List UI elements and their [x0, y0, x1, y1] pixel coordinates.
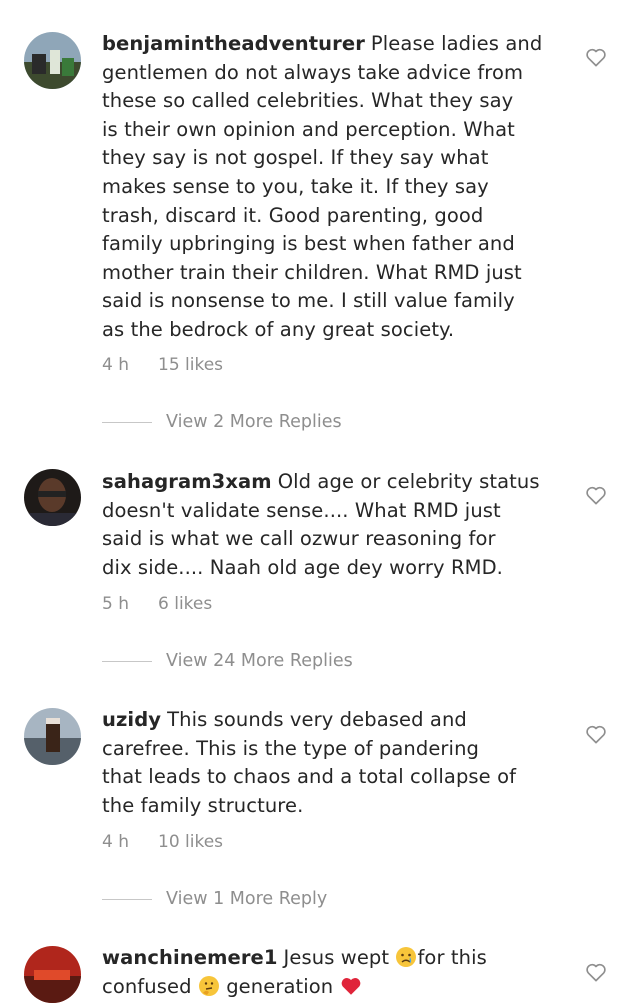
like-heart-icon[interactable] [585, 485, 607, 505]
thinking-face-emoji [198, 975, 220, 997]
divider [102, 660, 152, 662]
comment-time: 5 h [102, 594, 129, 614]
divider [102, 421, 152, 423]
comment-time: 4 h [102, 832, 129, 852]
avatar[interactable] [24, 469, 81, 526]
comment-username[interactable]: sahagram3xam [102, 470, 272, 493]
like-heart-icon[interactable] [585, 724, 607, 744]
comment-username[interactable]: uzidy [102, 708, 161, 731]
comment-text: uzidy This sounds very debased and carefr… [102, 708, 517, 817]
comment-username[interactable]: wanchinemere1 [102, 946, 278, 969]
like-heart-icon[interactable] [585, 962, 607, 982]
comment-likes[interactable]: 15 likes [158, 355, 223, 375]
comment-text: sahagram3xam Old age or celebrity status … [102, 470, 540, 579]
comment-meta: 5 h 6 likes [102, 594, 212, 614]
avatar[interactable] [24, 946, 81, 1003]
view-replies-button[interactable]: View 2 More Replies [102, 412, 342, 432]
comment-username[interactable]: benjamintheadventurer [102, 32, 365, 55]
comment-text: wanchinemere1 Jesus wept for this confuse… [102, 946, 487, 998]
comment-meta: 4 h 10 likes [102, 832, 223, 852]
view-replies-button[interactable]: View 1 More Reply [102, 889, 327, 909]
crying-face-emoji [395, 946, 417, 968]
view-replies-button[interactable]: View 24 More Replies [102, 651, 353, 671]
avatar[interactable] [24, 32, 81, 89]
comment-text: benjamintheadventurer Please ladies and g… [102, 32, 543, 341]
red-heart-emoji [340, 975, 362, 997]
view-replies-label: View 2 More Replies [166, 412, 342, 432]
like-heart-icon[interactable] [585, 47, 607, 67]
comment-likes[interactable]: 10 likes [158, 832, 223, 852]
divider [102, 898, 152, 900]
comment-likes[interactable]: 6 likes [158, 594, 212, 614]
avatar[interactable] [24, 708, 81, 765]
view-replies-label: View 1 More Reply [166, 889, 328, 909]
view-replies-label: View 24 More Replies [166, 651, 353, 671]
comment-meta: 4 h 15 likes [102, 355, 223, 375]
comment-time: 4 h [102, 355, 129, 375]
